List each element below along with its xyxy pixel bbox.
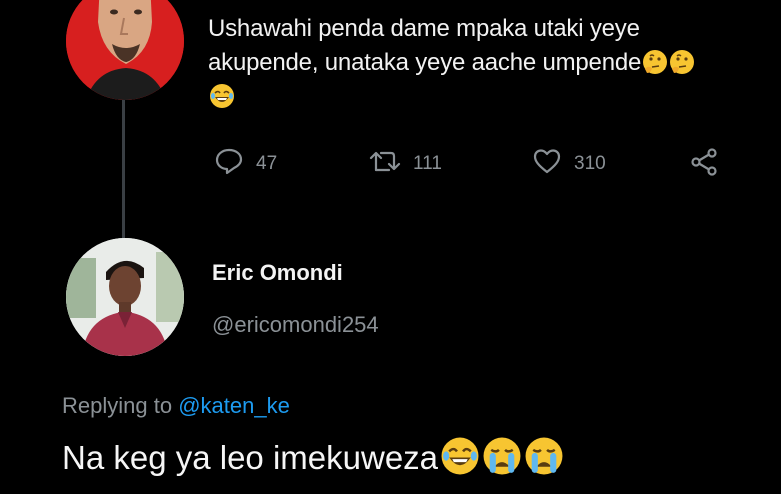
replying-to-line: Replying to @katen_ke xyxy=(62,393,290,419)
share-icon xyxy=(688,146,720,184)
retweet-button[interactable]: 111 xyxy=(369,146,442,182)
reply-tweet-text: Na keg ya leo imekuweza xyxy=(62,436,564,477)
share-button[interactable] xyxy=(688,146,720,184)
reply-author-name[interactable]: Eric Omondi xyxy=(212,260,343,286)
thinking-face-icon xyxy=(669,49,695,75)
original-tweet-text: Ushawahi penda dame mpaka utaki yeye aku… xyxy=(208,12,768,114)
laughing-face-icon xyxy=(440,436,480,476)
original-tweet-line-2: akupende, unataka yeye aache umpende xyxy=(208,49,642,76)
like-button[interactable]: 310 xyxy=(532,146,606,182)
reply-button[interactable]: 47 xyxy=(214,146,277,182)
reply-author-handle[interactable]: @ericomondi254 xyxy=(212,312,379,338)
replying-to-prefix: Replying to xyxy=(62,393,173,418)
laughing-face-icon xyxy=(209,83,235,109)
retweet-count: 111 xyxy=(413,153,442,174)
reply-icon xyxy=(214,146,244,182)
like-count: 310 xyxy=(574,153,606,174)
thread-connector-line xyxy=(122,100,125,240)
reply-tweet-body: Na keg ya leo imekuweza xyxy=(62,439,439,476)
thinking-face-icon xyxy=(642,49,668,75)
reply-author-avatar[interactable] xyxy=(66,238,184,356)
reply-count: 47 xyxy=(256,153,278,174)
crying-face-icon xyxy=(482,436,522,476)
original-tweet-line-1: Ushawahi penda dame mpaka utaki yeye xyxy=(208,15,640,42)
heart-icon xyxy=(532,146,562,182)
crying-face-icon xyxy=(524,436,564,476)
replying-to-mention-link[interactable]: @katen_ke xyxy=(178,393,290,418)
tweet-action-bar: 47 111 310 xyxy=(214,146,734,186)
original-author-avatar[interactable] xyxy=(66,0,184,100)
retweet-icon xyxy=(369,146,401,182)
